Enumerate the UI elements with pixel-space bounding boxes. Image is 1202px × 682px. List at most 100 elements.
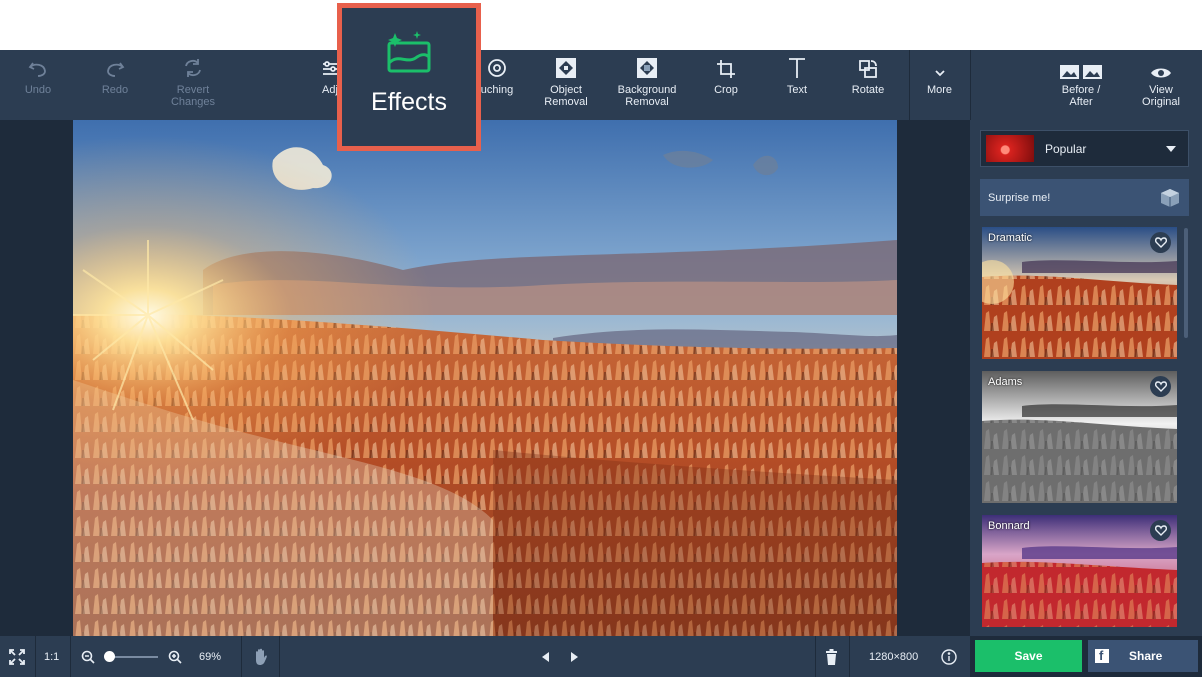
favorite-button[interactable] [1150, 376, 1171, 397]
undo-label: Undo [24, 84, 52, 96]
text-label: Text [786, 84, 808, 96]
image-info-button[interactable] [941, 636, 957, 677]
save-button[interactable]: Save [975, 640, 1082, 672]
heart-icon [1154, 525, 1167, 536]
background-removal-button[interactable]: Background Removal [606, 50, 688, 120]
adjust-label: Adj [322, 84, 338, 96]
zoom-out-icon [81, 650, 95, 664]
crop-icon [717, 60, 735, 78]
undo-button[interactable]: Undo [8, 50, 68, 120]
object-removal-button[interactable]: Object Removal [533, 50, 599, 120]
info-icon [941, 648, 957, 665]
category-label: Popular [1045, 141, 1087, 156]
zoom-slider-track[interactable] [112, 656, 158, 658]
effects-icon [387, 31, 431, 73]
effects-button[interactable]: Effects [337, 3, 481, 151]
crop-button[interactable]: Crop [700, 50, 752, 120]
trash-icon [826, 648, 837, 665]
landscape-photo [73, 120, 897, 636]
retouching-icon [488, 59, 506, 77]
effect-category-dropdown[interactable]: Popular [980, 130, 1189, 167]
effect-name: Bonnard [988, 520, 1030, 532]
zoom-in-button[interactable] [168, 636, 182, 677]
more-label: More [926, 84, 953, 96]
toolbar-divider [970, 50, 971, 120]
object-removal-icon [556, 58, 576, 78]
share-label: Share [1129, 649, 1163, 663]
background-removal-icon [637, 58, 657, 78]
heart-icon [1154, 381, 1167, 392]
effect-thumbnail [982, 371, 1177, 503]
delete-button[interactable] [825, 636, 838, 677]
view-original-label: View Original [1142, 84, 1180, 108]
zoom-in-icon [168, 650, 182, 664]
hand-icon [256, 648, 267, 665]
zoom-level: 69% [199, 650, 222, 663]
divider [70, 636, 71, 677]
retouching-label: uching [480, 84, 514, 96]
arrow-right-icon [571, 651, 578, 662]
crop-label: Crop [714, 84, 738, 96]
actual-size-button[interactable]: 1:1 [44, 636, 59, 677]
divider [279, 636, 280, 677]
fit-to-screen-button[interactable] [8, 636, 26, 677]
toolbar-divider [909, 50, 910, 120]
favorite-button[interactable] [1150, 520, 1171, 541]
effect-thumbnail [982, 227, 1177, 359]
revert-changes-button[interactable]: Revert Changes [158, 50, 228, 120]
toolbar: Undo Redo Revert Changes Adj uching Obje… [0, 50, 1202, 120]
pan-tool-button[interactable] [253, 636, 269, 677]
zoom-out-button[interactable] [81, 636, 95, 677]
photo-canvas[interactable] [73, 120, 897, 636]
text-button[interactable]: Text [771, 50, 823, 120]
background-removal-label: Background Removal [617, 84, 677, 108]
divider [815, 636, 816, 677]
effect-card-bonnard[interactable]: Bonnard [982, 515, 1177, 627]
undo-icon [28, 62, 46, 77]
object-removal-label: Object Removal [544, 84, 588, 108]
favorite-button[interactable] [1150, 232, 1171, 253]
chevron-down-icon [934, 70, 945, 77]
category-thumbnail [986, 135, 1034, 162]
effect-name: Dramatic [988, 232, 1033, 244]
dice-icon [1161, 188, 1179, 207]
zoom-slider-handle[interactable] [104, 651, 115, 662]
redo-icon [107, 62, 125, 77]
divider [35, 636, 36, 677]
before-after-icon [1060, 65, 1102, 79]
redo-button[interactable]: Redo [85, 50, 145, 120]
effects-panel: Popular Surprise me! Dramatic Adams Bonn… [970, 120, 1202, 636]
rotate-button[interactable]: Rotate [842, 50, 894, 120]
eye-icon [1151, 68, 1171, 78]
before-after-button[interactable]: Before / After [1050, 50, 1112, 120]
divider [849, 636, 850, 677]
revert-changes-label: Revert Changes [170, 84, 216, 108]
revert-icon [185, 59, 201, 77]
image-dimensions: 1280×800 [869, 650, 919, 663]
fullscreen-icon [9, 648, 25, 665]
previous-image-button[interactable] [540, 636, 552, 677]
effects-scrollbar[interactable] [1184, 228, 1188, 338]
arrow-left-icon [542, 651, 549, 662]
rotate-icon [859, 60, 877, 78]
next-image-button[interactable] [568, 636, 580, 677]
facebook-icon [1095, 648, 1109, 663]
text-icon [789, 58, 805, 78]
effect-card-dramatic[interactable]: Dramatic [982, 227, 1177, 359]
view-original-button[interactable]: View Original [1132, 50, 1190, 120]
divider [241, 636, 242, 677]
effect-card-adams[interactable]: Adams [982, 371, 1177, 503]
photo-editor-window: Undo Redo Revert Changes Adj uching Obje… [0, 50, 1202, 677]
surprise-me-label: Surprise me! [988, 191, 1051, 204]
dropdown-arrow-icon [1166, 145, 1176, 152]
effect-name: Adams [988, 376, 1023, 388]
status-bar: 1:1 69% 1280×800 [0, 636, 970, 677]
before-after-label: Before / After [1061, 84, 1101, 108]
surprise-me-button[interactable]: Surprise me! [980, 179, 1189, 216]
heart-icon [1154, 237, 1167, 248]
redo-label: Redo [101, 84, 129, 96]
effects-label: Effects [371, 88, 447, 116]
rotate-label: Rotate [851, 84, 885, 96]
more-button[interactable]: More [912, 50, 967, 120]
share-button[interactable]: Share [1088, 640, 1198, 672]
